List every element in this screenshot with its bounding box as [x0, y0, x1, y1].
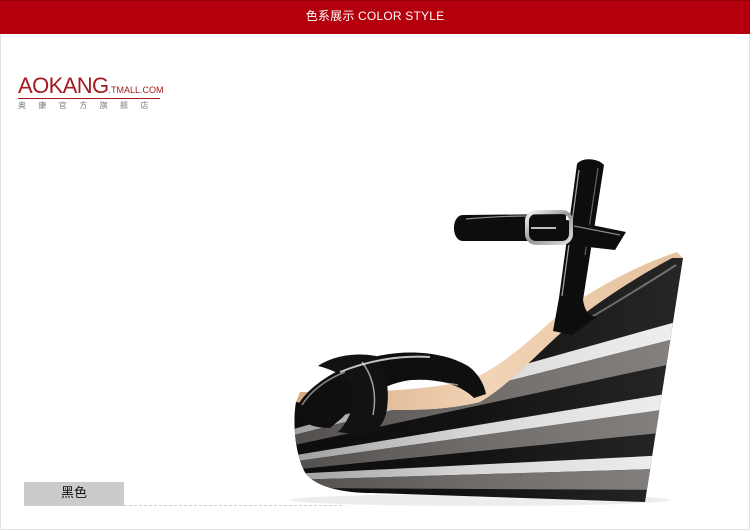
- section-header-banner: 色系展示 COLOR STYLE: [0, 0, 750, 34]
- color-name: 黑色: [60, 486, 87, 501]
- color-swatch-label: 黑色: [24, 482, 124, 506]
- color-style-section: 色系展示 COLOR STYLE AOKANG.TMALL.COM 奥康官方旗舰…: [0, 0, 750, 530]
- logo-wordmark: AOKANG.TMALL.COM: [18, 74, 164, 98]
- logo-subtitle: 奥康官方旗舰店: [18, 101, 161, 110]
- section-title: 色系展示 COLOR STYLE: [305, 9, 445, 23]
- brand-logo: AOKANG.TMALL.COM 奥康官方旗舰店: [18, 74, 164, 111]
- logo-brand-text: AOKANG: [18, 73, 109, 98]
- dashed-divider: [124, 505, 342, 506]
- logo-domain-text: .TMALL.COM: [108, 85, 164, 95]
- logo-divider: [18, 98, 160, 99]
